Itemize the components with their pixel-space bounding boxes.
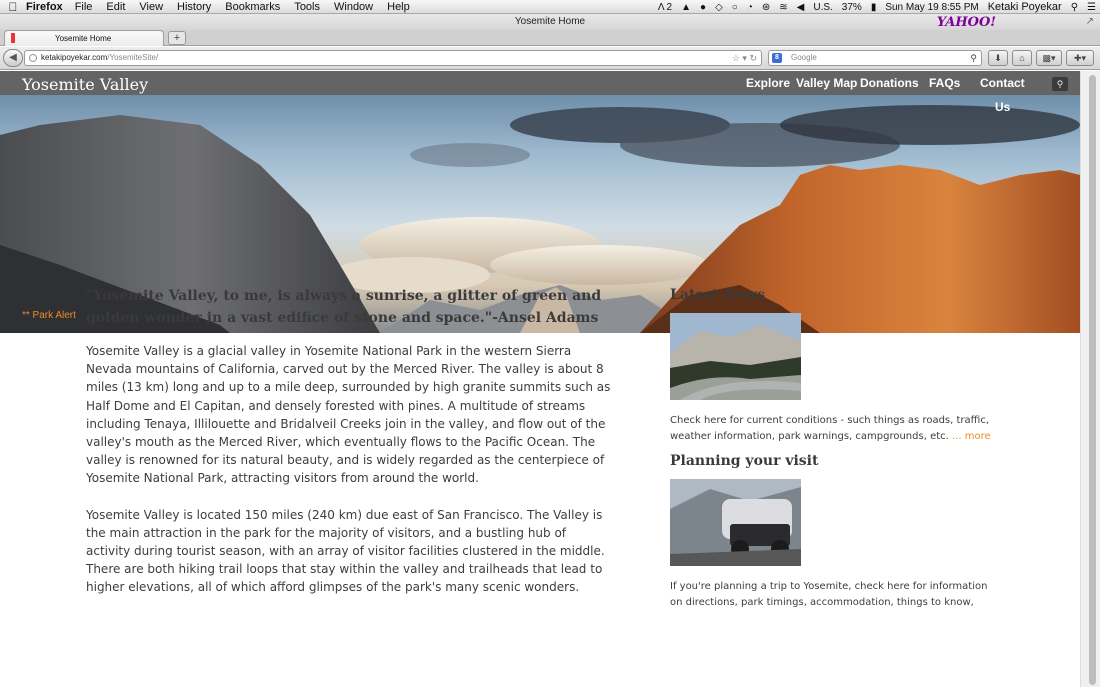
home-button[interactable]: ⌂ (1012, 50, 1032, 66)
menu-view[interactable]: View (139, 1, 163, 13)
park-alert-link[interactable]: ** Park Alert (22, 310, 76, 321)
status-area: Λ 2 ▲ ● ◇ ○ ◔ ⊛ ≋ ◀ U.S. 37% ▮ Sun May 1… (658, 0, 1096, 14)
clock[interactable]: Sun May 19 8:55 PM (885, 2, 978, 13)
chat-icon[interactable]: ○ (732, 2, 738, 13)
battery-icon[interactable]: ▮ (871, 2, 877, 13)
menu-bookmarks[interactable]: Bookmarks (225, 1, 280, 13)
volume-icon[interactable]: ◀ (797, 2, 805, 13)
search-placeholder: Google (791, 53, 817, 62)
user-name[interactable]: Ketaki Poyekar (988, 1, 1062, 13)
back-button[interactable]: ◀ (3, 49, 23, 67)
planning-text: If you're planning a trip to Yosemite, c… (670, 581, 988, 608)
tab-strip: Yosemite Home + (0, 30, 1100, 46)
url-dropdown-icon[interactable]: ▾ (742, 53, 747, 63)
nav-contact-us[interactable]: Us (995, 100, 1010, 114)
latest-news-image[interactable] (670, 313, 801, 400)
menu-edit[interactable]: Edit (106, 1, 125, 13)
planning-image[interactable] (670, 479, 801, 566)
fullscreen-icon[interactable]: ↗ (1086, 16, 1094, 27)
spotlight-icon[interactable]: ⚲ (1071, 2, 1078, 13)
nav-explore[interactable]: Explore (746, 76, 790, 90)
favicon-icon (11, 33, 15, 43)
main-column: "Yosemite Valley, to me, is always a sun… (86, 285, 611, 597)
menu-help[interactable]: Help (387, 1, 410, 13)
menu-file[interactable]: File (75, 1, 93, 13)
site-header: Yosemite Valley Explore Valley Map Donat… (0, 71, 1080, 114)
location-paragraph: Yosemite Valley is located 150 miles (24… (86, 507, 605, 595)
more-link[interactable]: ... more (952, 431, 991, 442)
timemachine-icon[interactable]: ◔ (747, 2, 753, 13)
search-bar[interactable]: 8 Google ⚲ (768, 50, 982, 66)
search-icon[interactable]: ⚲ (970, 51, 977, 65)
drive-icon[interactable]: ▲ (681, 2, 691, 13)
yahoo-logo[interactable]: YAHOO! (937, 15, 996, 30)
site-search-icon[interactable]: ⚲ (1052, 77, 1068, 91)
cloud (410, 143, 530, 167)
addon-button[interactable]: ✚▾ (1066, 50, 1094, 66)
nav-donations[interactable]: Donations (860, 76, 919, 90)
mac-menu-bar:  Firefox File Edit View History Bookmar… (0, 0, 1100, 14)
downloads-button[interactable]: ⬇ (988, 50, 1008, 66)
wifi-icon[interactable]: ≋ (779, 2, 787, 13)
dropbox-icon[interactable]: ◇ (715, 2, 723, 13)
apple-icon[interactable]:  (0, 0, 26, 14)
latest-news-body: Check here for current conditions - such… (670, 415, 989, 442)
ansel-adams-quote: "Yosemite Valley, to me, is always a sun… (86, 288, 602, 326)
app-menu-firefox[interactable]: Firefox (26, 1, 63, 13)
window-title: Yosemite Home (514, 16, 586, 27)
intro-paragraph: Yosemite Valley is a glacial valley in Y… (86, 344, 611, 486)
bookmark-star-icon[interactable]: ☆ (732, 53, 740, 63)
url-path: /YosemiteSite/ (107, 53, 159, 62)
site-title[interactable]: Yosemite Valley (22, 75, 148, 94)
cloud (490, 245, 710, 285)
url-host: ketakipoyekar.com (41, 53, 108, 62)
latest-news-heading: Latest News (670, 287, 766, 303)
input-source[interactable]: U.S. (813, 2, 832, 13)
site-identity-icon[interactable] (29, 54, 37, 62)
tab-yosemite-home[interactable]: Yosemite Home (4, 30, 164, 46)
cloud (780, 105, 1080, 145)
page-scrollbar[interactable] (1080, 71, 1100, 687)
latest-news-text: Check here for current conditions - such… (670, 413, 1000, 445)
menu-history[interactable]: History (177, 1, 211, 13)
scroll-thumb[interactable] (1089, 75, 1096, 685)
url-bar[interactable]: ketakipoyekar.com/YosemiteSite/ ☆ ▾ ↻ (24, 50, 762, 66)
notification-icon[interactable]: ☰ (1087, 2, 1096, 13)
reload-icon[interactable]: ↻ (749, 53, 757, 63)
menu-window[interactable]: Window (334, 1, 373, 13)
bluetooth-icon[interactable]: ⊛ (762, 2, 770, 13)
sidebar: Latest News Check here for current condi… (670, 285, 1000, 611)
url-actions: ☆ ▾ ↻ (732, 51, 757, 65)
nav-valley-map[interactable]: Valley Map (796, 76, 857, 90)
google-engine-icon[interactable]: 8 (772, 53, 782, 63)
battery-percent[interactable]: 37% (842, 2, 862, 13)
navigation-toolbar: ◀ ketakipoyekar.com/YosemiteSite/ ☆ ▾ ↻ … (0, 47, 1100, 70)
adobe-count: 2 (666, 1, 673, 13)
window-title-bar: Yosemite Home (0, 14, 1100, 30)
sync-icon[interactable]: ● (700, 2, 706, 13)
bookmarks-menu-button[interactable]: ▩▾ (1036, 50, 1062, 66)
planning-heading: Planning your visit (670, 453, 819, 469)
new-tab-button[interactable]: + (168, 31, 186, 45)
adobe-icon[interactable]: Λ (658, 2, 665, 13)
nav-contact[interactable]: Contact (980, 76, 1025, 90)
tab-title: Yosemite Home (55, 34, 112, 43)
menu-tools[interactable]: Tools (294, 1, 320, 13)
nav-faqs[interactable]: FAQs (929, 76, 960, 90)
